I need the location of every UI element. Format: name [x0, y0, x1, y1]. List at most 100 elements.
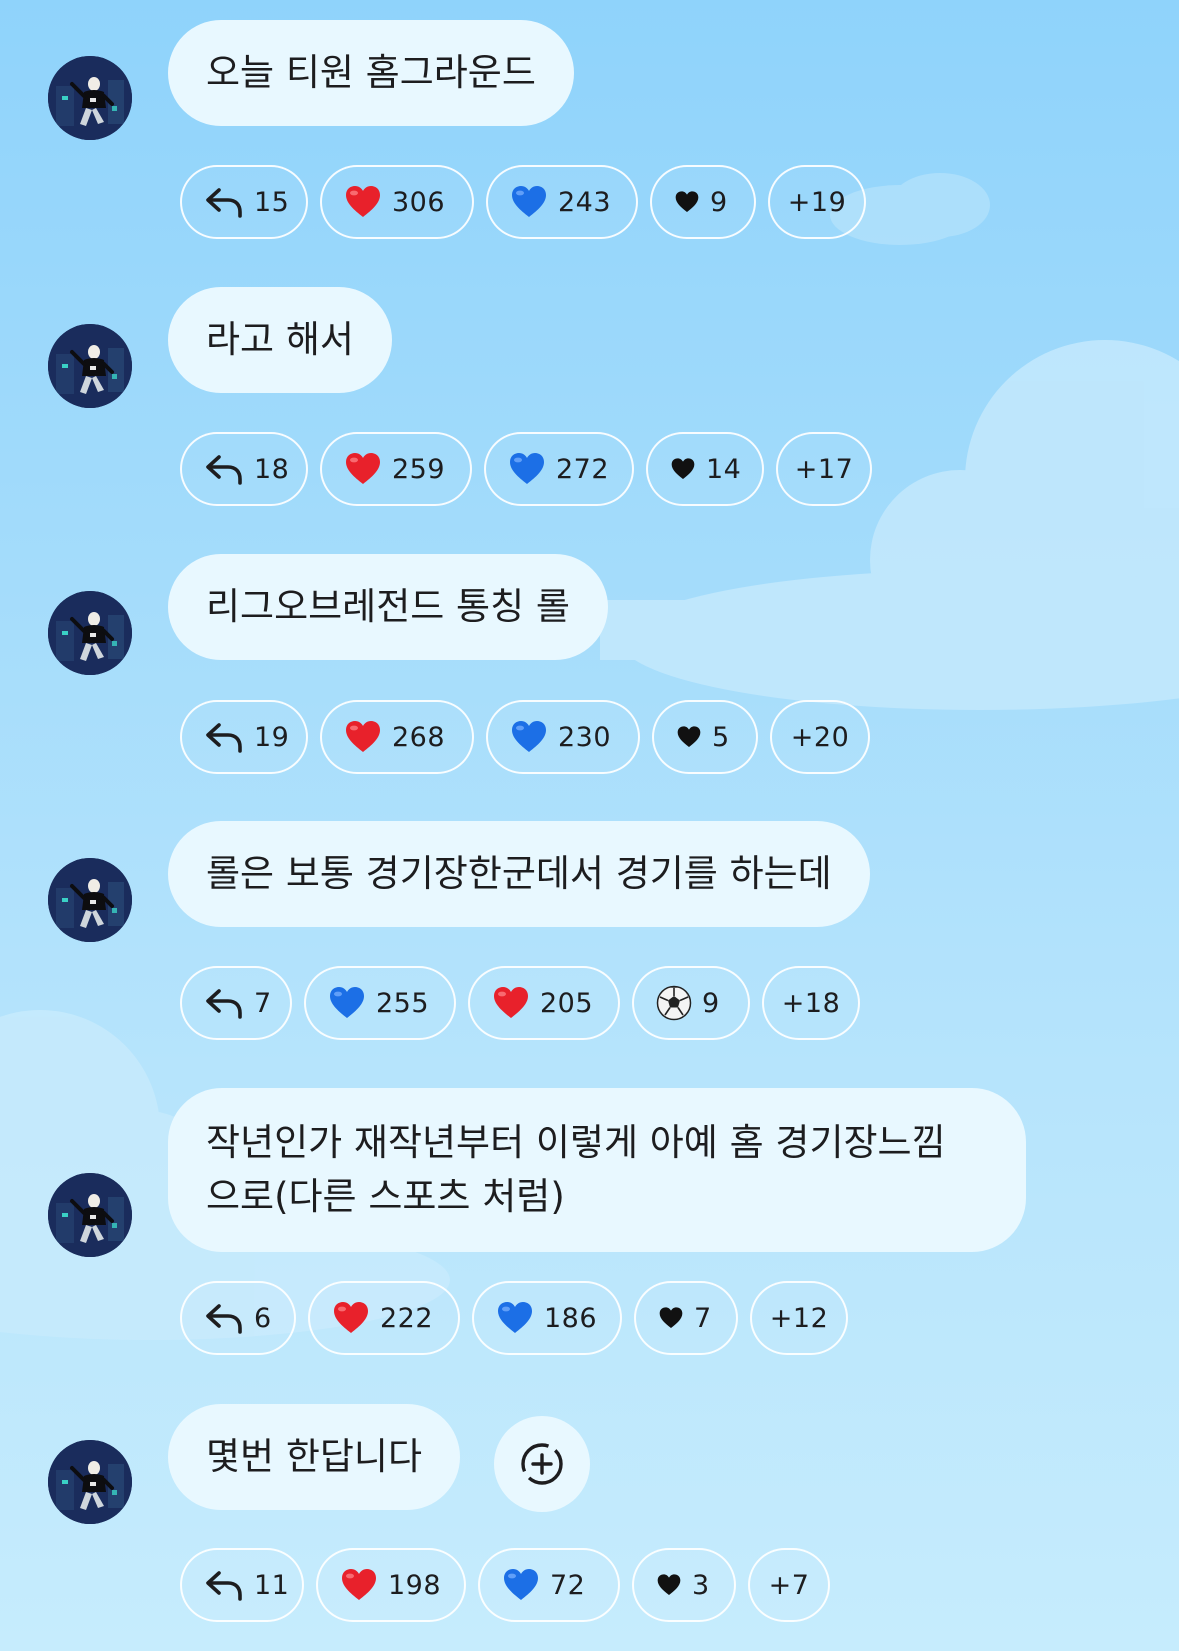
message-text: 라고 해서 [206, 318, 354, 361]
reaction-bar: 15 306 243 9 +19 [180, 165, 866, 239]
reaction-count: 243 [558, 186, 612, 218]
reaction-count: 9 [710, 186, 728, 218]
reply-count-chip[interactable]: 15 [180, 165, 308, 239]
more-reactions-count: +19 [787, 186, 847, 218]
reply-count-chip[interactable]: 19 [180, 700, 308, 774]
blue-heart-icon [496, 1300, 534, 1336]
reply-count-chip[interactable]: 18 [180, 432, 308, 506]
reaction-count: 9 [702, 987, 720, 1019]
more-reactions-count: +20 [790, 721, 850, 753]
reply-count-chip[interactable]: 7 [180, 966, 292, 1040]
message-text-line: 작년인가 재작년부터 이렇게 아예 홈 경기장느낌 [206, 1121, 946, 1164]
message-text-line: 으로(다른 스포츠 처럼) [206, 1175, 565, 1218]
reaction-count: 7 [254, 987, 272, 1019]
avatar[interactable] [48, 1440, 132, 1524]
reaction-chip[interactable]: 7 [634, 1281, 738, 1355]
reaction-chip[interactable]: 255 [304, 966, 456, 1040]
reaction-chip[interactable]: 3 [632, 1548, 736, 1622]
message-text: 오늘 티원 홈그라운드 [206, 51, 536, 94]
blue-heart-icon [510, 184, 548, 220]
reaction-chip[interactable]: 222 [308, 1281, 460, 1355]
message-bubble[interactable]: 작년인가 재작년부터 이렇게 아예 홈 경기장느낌으로(다른 스포츠 처럼) [168, 1088, 1026, 1252]
reaction-count: 7 [694, 1302, 712, 1334]
reaction-chip[interactable]: 14 [646, 432, 764, 506]
reaction-bar: 7 255 205 9 +18 [180, 966, 860, 1040]
reaction-chip[interactable]: 230 [486, 700, 640, 774]
message-feed: 오늘 티원 홈그라운드 15 306 243 9 +19 라고 해서 18 259 272 14 +1… [0, 0, 1179, 1651]
red-heart-icon [344, 184, 382, 220]
reaction-count: 18 [254, 453, 290, 485]
message-bubble[interactable]: 리그오브레전드 통칭 롤 [168, 554, 608, 660]
reaction-count: 230 [558, 721, 612, 753]
reply-count-chip[interactable]: 11 [180, 1548, 304, 1622]
reaction-count: 222 [380, 1302, 434, 1334]
reaction-chip[interactable]: 5 [652, 700, 758, 774]
reply-icon [204, 184, 244, 220]
red-heart-icon [344, 451, 382, 487]
message-text: 몇번 한답니다 [206, 1435, 423, 1478]
reaction-count: 72 [550, 1569, 586, 1601]
black-heart-icon [676, 725, 702, 749]
reaction-count: 3 [692, 1569, 710, 1601]
reaction-count: 255 [376, 987, 430, 1019]
message-bubble[interactable]: 오늘 티원 홈그라운드 [168, 20, 574, 126]
reaction-count: 14 [706, 453, 742, 485]
add-reaction-button[interactable] [494, 1416, 590, 1512]
reaction-chip[interactable]: 243 [486, 165, 638, 239]
more-reactions-chip[interactable]: +17 [776, 432, 872, 506]
reaction-chip[interactable]: 259 [320, 432, 472, 506]
avatar[interactable] [48, 324, 132, 408]
reaction-count: 272 [556, 453, 610, 485]
reaction-count: 259 [392, 453, 446, 485]
more-reactions-chip[interactable]: +12 [750, 1281, 848, 1355]
reaction-count: 205 [540, 987, 594, 1019]
message-bubble[interactable]: 롤은 보통 경기장한군데서 경기를 하는데 [168, 821, 870, 927]
reaction-bar: 11 198 72 3 +7 [180, 1548, 830, 1622]
reaction-count: 306 [392, 186, 446, 218]
more-reactions-chip[interactable]: +18 [762, 966, 860, 1040]
avatar[interactable] [48, 56, 132, 140]
reaction-bar: 18 259 272 14 +17 [180, 432, 872, 506]
message-bubble[interactable]: 라고 해서 [168, 287, 392, 393]
avatar[interactable] [48, 1173, 132, 1257]
reply-count-chip[interactable]: 6 [180, 1281, 296, 1355]
reply-icon [204, 985, 244, 1021]
black-heart-icon [674, 190, 700, 214]
blue-heart-icon [502, 1567, 540, 1603]
message-text: 리그오브레전드 통칭 롤 [206, 585, 570, 628]
reaction-count: 19 [254, 721, 290, 753]
message-bubble[interactable]: 몇번 한답니다 [168, 1404, 461, 1510]
reaction-chip[interactable]: 306 [320, 165, 474, 239]
reaction-count: 5 [712, 721, 730, 753]
message-text: 롤은 보통 경기장한군데서 경기를 하는데 [206, 852, 832, 895]
more-reactions-chip[interactable]: +20 [770, 700, 870, 774]
reaction-chip[interactable]: 268 [320, 700, 474, 774]
avatar[interactable] [48, 858, 132, 942]
red-heart-icon [332, 1300, 370, 1336]
reply-icon [204, 1300, 244, 1336]
reaction-chip[interactable]: 9 [650, 165, 756, 239]
reply-icon [204, 1567, 244, 1603]
blue-heart-icon [328, 985, 366, 1021]
reply-icon [204, 451, 244, 487]
black-heart-icon [670, 457, 696, 481]
more-reactions-chip[interactable]: +19 [768, 165, 866, 239]
avatar[interactable] [48, 591, 132, 675]
more-reactions-count: +17 [794, 453, 854, 485]
red-heart-icon [492, 985, 530, 1021]
reaction-count: 11 [254, 1569, 290, 1601]
reaction-chip[interactable]: 205 [468, 966, 620, 1040]
reaction-chip[interactable]: 72 [478, 1548, 620, 1622]
more-reactions-count: +7 [768, 1569, 810, 1601]
reaction-chip[interactable]: 186 [472, 1281, 622, 1355]
reaction-chip[interactable]: 9 [632, 966, 750, 1040]
reaction-chip[interactable]: 198 [316, 1548, 466, 1622]
reaction-chip[interactable]: 272 [484, 432, 634, 506]
more-reactions-count: +18 [781, 987, 841, 1019]
reaction-count: 268 [392, 721, 446, 753]
blue-heart-icon [508, 451, 546, 487]
soccer-ball-icon [656, 985, 692, 1021]
reaction-count: 198 [388, 1569, 442, 1601]
more-reactions-chip[interactable]: +7 [748, 1548, 830, 1622]
reaction-bar: 6 222 186 7 +12 [180, 1281, 848, 1355]
